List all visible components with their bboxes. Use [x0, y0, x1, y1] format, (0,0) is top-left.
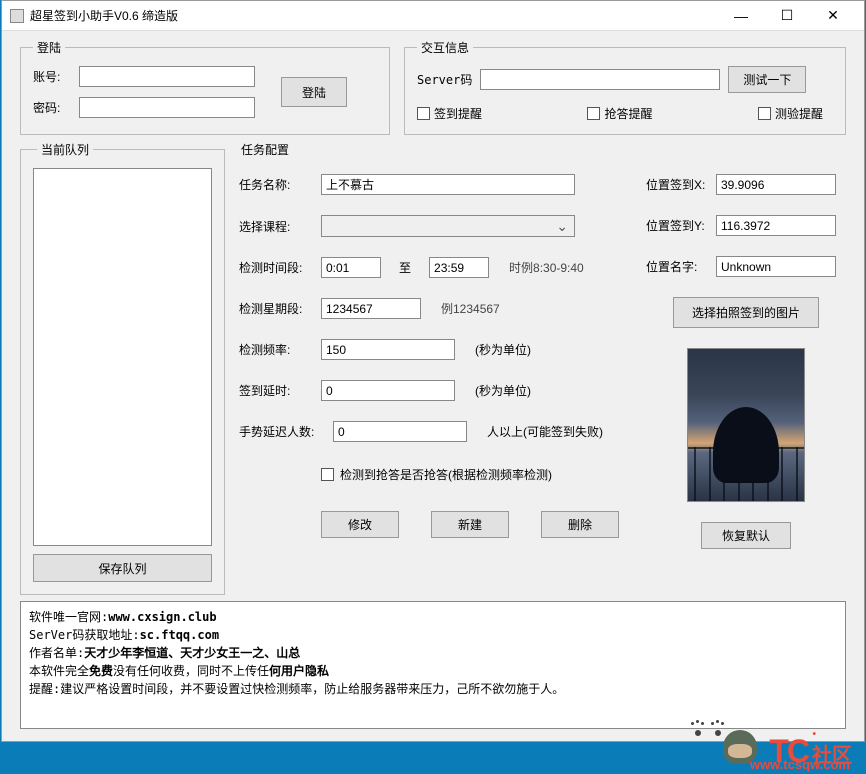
new-button[interactable]: 新建	[431, 511, 509, 538]
task-left: 任务名称: 选择课程: 检测时间段: 至 时例8:30-9:40	[239, 174, 626, 538]
account-input[interactable]	[79, 66, 255, 87]
task-group: 任务配置 任务名称: 选择课程: 检测时间段:	[235, 141, 846, 595]
count-suffix: 人以上(可能签到失败)	[487, 423, 603, 440]
app-icon	[10, 9, 24, 23]
time-end-input[interactable]	[429, 257, 489, 278]
task-right: 位置签到X: 位置签到Y: 位置名字: 选择拍照签到的图片	[646, 174, 846, 549]
interact-legend: 交互信息	[417, 39, 473, 56]
queue-list[interactable]	[33, 168, 212, 546]
info-line1-url: www.cxsign.club	[108, 610, 216, 624]
minimize-button[interactable]: —	[718, 1, 764, 31]
pos-x-label: 位置签到X:	[646, 176, 706, 193]
login-button[interactable]: 登陆	[281, 77, 347, 107]
checkbox-icon	[417, 107, 430, 120]
count-label: 手势延迟人数:	[239, 423, 323, 440]
delay-label: 签到延时:	[239, 382, 311, 399]
pos-name-label: 位置名字:	[646, 258, 706, 275]
checkbox-test-reminder[interactable]: 测验提醒	[758, 105, 823, 122]
checkbox-label: 测验提醒	[775, 105, 823, 122]
info-line4d: 何用户隐私	[269, 664, 329, 678]
choose-photo-button[interactable]: 选择拍照签到的图片	[673, 297, 819, 328]
time-to: 至	[399, 259, 411, 276]
task-legend: 任务配置	[239, 141, 846, 158]
photo-preview	[687, 348, 805, 502]
course-select[interactable]	[321, 215, 575, 237]
close-button[interactable]: ✕	[810, 1, 856, 31]
login-legend: 登陆	[33, 39, 65, 56]
app-window: 超星签到小助手V0.6 缔造版 — ☐ ✕ 登陆 账号: 密码:	[1, 0, 865, 742]
mid-row: 当前队列 保存队列 任务配置 任务名称: 选择课程:	[20, 141, 846, 595]
checkbox-auto-answer[interactable]: 检测到抢答是否抢答(根据检测频率检测)	[321, 466, 626, 483]
delay-unit: (秒为单位)	[475, 382, 531, 399]
window-controls: — ☐ ✕	[718, 1, 856, 31]
info-line2-prefix: SerVer码获取地址:	[29, 628, 140, 642]
info-line3-names: 天才少年李恒道、天才少女王一之、山总	[84, 646, 300, 660]
test-button[interactable]: 测试一下	[728, 66, 806, 93]
checkbox-icon	[758, 107, 771, 120]
task-name-label: 任务名称:	[239, 176, 311, 193]
time-label: 检测时间段:	[239, 259, 311, 276]
freq-unit: (秒为单位)	[475, 341, 531, 358]
info-line4b: 免费	[89, 664, 113, 678]
checkbox-icon	[321, 468, 334, 481]
freq-input[interactable]	[321, 339, 455, 360]
auto-answer-label: 检测到抢答是否抢答(根据检测频率检测)	[340, 466, 552, 483]
time-example: 时例8:30-9:40	[509, 259, 584, 276]
server-label: Server码	[417, 71, 472, 88]
queue-legend: 当前队列	[37, 141, 93, 158]
pos-y-label: 位置签到Y:	[646, 217, 706, 234]
delay-input[interactable]	[321, 380, 455, 401]
interact-group: 交互信息 Server码 测试一下 签到提醒 抢答提醒	[404, 39, 846, 135]
time-start-input[interactable]	[321, 257, 381, 278]
password-label: 密码:	[33, 99, 69, 116]
delete-button[interactable]: 删除	[541, 511, 619, 538]
info-line4c: 没有任何收费，同时不上传任	[113, 664, 269, 678]
footer-branding: TC 社区 www.tcsqw.com	[719, 726, 852, 770]
body: 登陆 账号: 密码: 登陆 交互信	[2, 31, 864, 741]
info-line3-prefix: 作者名单:	[29, 646, 84, 660]
info-line5: 提醒:建议严格设置时间段，并不要设置过快检测频率，防止给服务器带来压力，己所不欲…	[29, 680, 837, 698]
titlebar: 超星签到小助手V0.6 缔造版 — ☐ ✕	[2, 1, 864, 31]
freq-label: 检测频率:	[239, 341, 311, 358]
login-group: 登陆 账号: 密码: 登陆	[20, 39, 390, 135]
brand-url: www.tcsqw.com	[750, 757, 850, 772]
weekday-input[interactable]	[321, 298, 421, 319]
save-queue-button[interactable]: 保存队列	[33, 554, 212, 582]
info-line4a: 本软件完全	[29, 664, 89, 678]
task-name-input[interactable]	[321, 174, 575, 195]
info-panel: 软件唯一官网:www.cxsign.club SerVer码获取地址:sc.ft…	[20, 601, 846, 729]
tc-logo: TC 社区 www.tcsqw.com	[769, 733, 852, 770]
queue-group: 当前队列 保存队列	[20, 141, 225, 595]
password-input[interactable]	[79, 97, 255, 118]
pos-y-input[interactable]	[716, 215, 836, 236]
weekday-label: 检测星期段:	[239, 300, 311, 317]
top-row: 登陆 账号: 密码: 登陆 交互信	[20, 39, 846, 135]
pos-name-input[interactable]	[716, 256, 836, 277]
account-label: 账号:	[33, 68, 69, 85]
modify-button[interactable]: 修改	[321, 511, 399, 538]
checkbox-label: 抢答提醒	[604, 105, 652, 122]
count-input[interactable]	[333, 421, 467, 442]
weekday-example: 例1234567	[441, 300, 500, 317]
server-input[interactable]	[480, 69, 720, 90]
checkbox-answer-reminder[interactable]: 抢答提醒	[587, 105, 652, 122]
checkbox-icon	[587, 107, 600, 120]
pos-x-input[interactable]	[716, 174, 836, 195]
checkbox-label: 签到提醒	[434, 105, 482, 122]
checkbox-signin-reminder[interactable]: 签到提醒	[417, 105, 482, 122]
course-label: 选择课程:	[239, 218, 311, 235]
maximize-button[interactable]: ☐	[764, 1, 810, 31]
window-title: 超星签到小助手V0.6 缔造版	[30, 7, 718, 24]
info-line1-prefix: 软件唯一官网:	[29, 610, 108, 624]
info-line2-url: sc.ftqq.com	[140, 628, 219, 642]
restore-default-button[interactable]: 恢复默认	[701, 522, 791, 549]
